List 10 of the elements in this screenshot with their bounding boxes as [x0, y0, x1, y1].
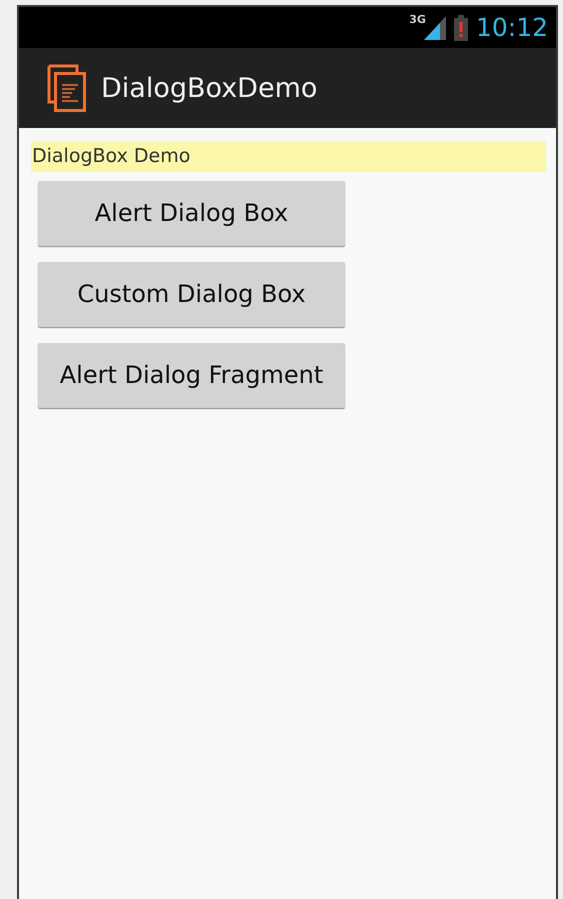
- battery-alert-icon: [454, 14, 468, 40]
- network-type: 3G: [409, 13, 426, 26]
- dialog-button[interactable]: Custom Dialog Box: [38, 262, 345, 327]
- dialog-button[interactable]: Alert Dialog Box: [38, 181, 345, 246]
- signal-icon: [424, 16, 446, 40]
- demo-label: DialogBox Demo: [31, 141, 546, 172]
- app-title: DialogBoxDemo: [101, 72, 318, 104]
- app-logo-icon: [47, 64, 87, 112]
- clock-time: 10:12: [476, 13, 548, 42]
- dialog-button[interactable]: Alert Dialog Fragment: [38, 343, 345, 408]
